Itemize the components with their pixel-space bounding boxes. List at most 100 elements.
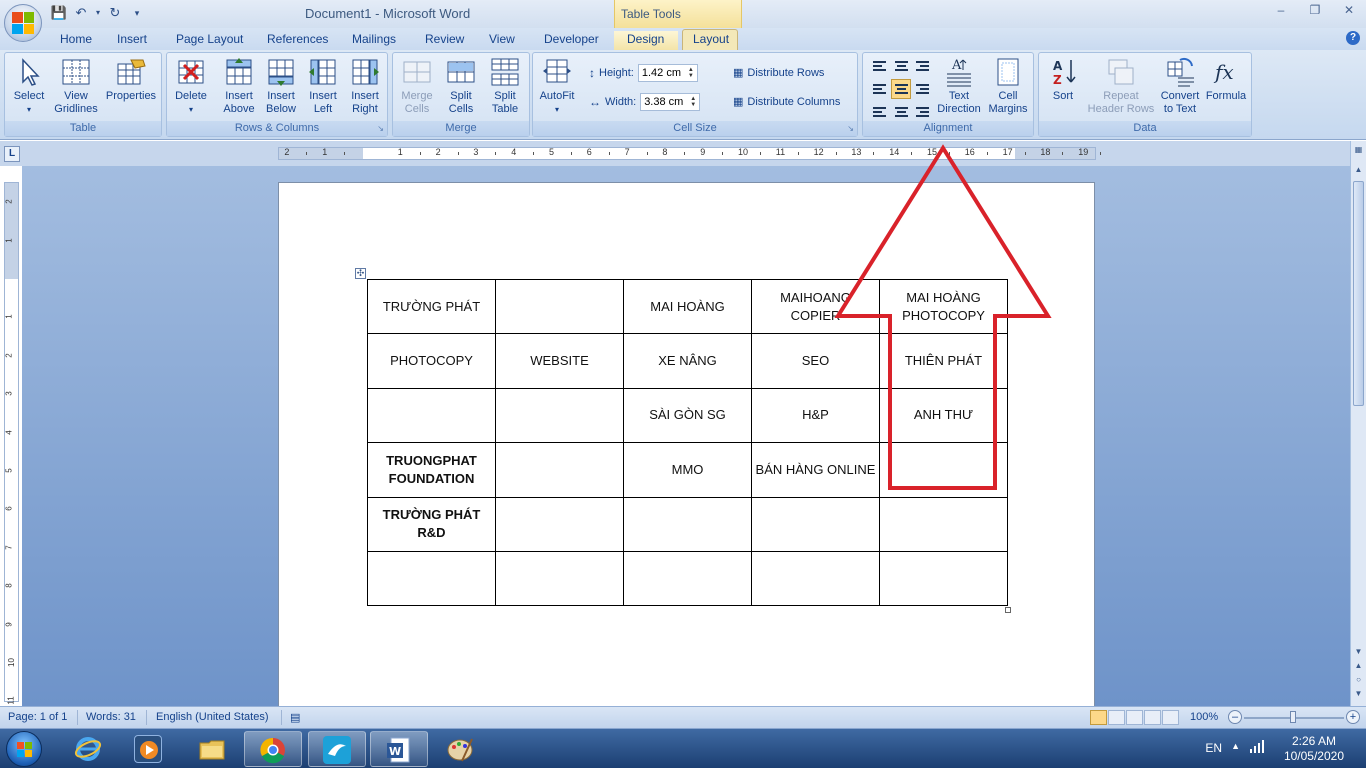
scroll-up-arrow-icon[interactable]: ▲	[1353, 165, 1364, 174]
tab-insert[interactable]: Insert	[111, 31, 153, 47]
align-top-right-icon[interactable]	[913, 57, 933, 77]
align-center-right-icon[interactable]	[913, 79, 933, 99]
cell-margins-button[interactable]: Cell Margins	[985, 56, 1031, 116]
table-cell[interactable]	[495, 550, 624, 607]
table-cell[interactable]: THIÊN PHÁT	[879, 333, 1008, 389]
text-direction-button[interactable]: A Text Direction	[935, 56, 983, 116]
table-cell[interactable]: ANH THƯ	[879, 387, 1008, 444]
table-resize-handle[interactable]	[1005, 607, 1011, 613]
network-signal-icon[interactable]	[1250, 739, 1266, 756]
zoom-slider-thumb[interactable]	[1290, 711, 1296, 723]
taskbar-internet-explorer[interactable]	[60, 731, 118, 767]
page[interactable]: ✣ TRƯỜNG PHÁT MAI HOÀNG MAIHOANG COPIER MAI…	[278, 182, 1095, 706]
taskbar-media-player[interactable]	[120, 731, 178, 767]
dropdown-icon[interactable]: ▾	[94, 4, 102, 22]
split-cells-button[interactable]: Split Cells	[439, 56, 483, 116]
taskbar-word[interactable]: W	[370, 731, 428, 767]
start-button[interactable]	[6, 731, 42, 767]
next-page-icon[interactable]: ▼	[1353, 689, 1364, 698]
tab-layout[interactable]: Layout	[682, 29, 738, 50]
tab-references[interactable]: References	[261, 31, 334, 47]
table-cell[interactable]	[495, 496, 624, 552]
dialog-launcher-icon[interactable]: ↘	[377, 124, 384, 133]
table-cell[interactable]	[495, 387, 624, 444]
vertical-ruler[interactable]: 2 1 1 2 3 4 5 6 7 8 9 10 11	[4, 182, 19, 705]
insert-below-button[interactable]: Insert Below	[261, 56, 301, 116]
table-cell[interactable]	[751, 550, 880, 607]
tab-selector[interactable]: L	[4, 146, 20, 162]
insert-right-button[interactable]: Insert Right	[345, 56, 385, 116]
scroll-down-arrow-icon[interactable]: ▼	[1353, 647, 1364, 656]
table-cell[interactable]	[879, 550, 1008, 607]
maximize-button[interactable]: ❐	[1298, 0, 1332, 22]
draft-view-icon[interactable]	[1162, 710, 1179, 725]
merge-cells-button[interactable]: Merge Cells	[395, 56, 439, 116]
split-table-button[interactable]: Split Table	[483, 56, 527, 116]
table-cell[interactable]: MAI HOÀNG	[623, 278, 752, 335]
language-indicator[interactable]: English (United States)	[156, 711, 269, 723]
distribute-columns-button[interactable]: ▦ Distribute Columns	[733, 95, 840, 109]
spinner-icon[interactable]: ▲ ▼	[688, 67, 694, 79]
align-top-left-icon[interactable]	[869, 57, 889, 77]
properties-button[interactable]: Properties	[103, 56, 159, 103]
page-count[interactable]: Page: 1 of 1	[8, 711, 67, 723]
formula-button[interactable]: fx Formula	[1203, 56, 1249, 103]
table-cell[interactable]: PHOTOCOPY	[367, 333, 496, 389]
taskbar-chrome[interactable]	[244, 731, 302, 767]
save-icon[interactable]: 💾	[50, 4, 68, 22]
clock[interactable]: 2:26 AM 10/05/2020	[1284, 734, 1344, 764]
vertical-scrollbar[interactable]: ▦ ▲ ▼ ▲ ○ ▼	[1350, 141, 1366, 706]
select-button[interactable]: Select ▾	[7, 56, 51, 116]
table-cell[interactable]: MAIHOANG COPIER	[751, 278, 880, 335]
print-layout-view-icon[interactable]	[1090, 710, 1107, 725]
redo-icon[interactable]: ↻	[106, 4, 124, 22]
scroll-thumb[interactable]	[1353, 181, 1364, 406]
dialog-launcher-icon[interactable]: ↘	[847, 124, 854, 133]
help-icon[interactable]: ?	[1346, 31, 1360, 45]
repeat-header-rows-button[interactable]: Repeat Header Rows	[1087, 56, 1155, 116]
web-layout-icon[interactable]	[1126, 710, 1143, 725]
tab-developer[interactable]: Developer	[538, 31, 605, 47]
minimize-button[interactable]: –	[1264, 0, 1298, 22]
table-cell[interactable]	[623, 550, 752, 607]
table-cell[interactable]: TRUONGPHAT FOUNDATION	[367, 442, 496, 498]
outline-view-icon[interactable]	[1144, 710, 1161, 725]
table-cell[interactable]: MAI HOÀNG PHOTOCOPY	[879, 278, 1008, 335]
select-browse-object-icon[interactable]: ○	[1353, 675, 1364, 684]
tab-mailings[interactable]: Mailings	[346, 31, 402, 47]
office-button[interactable]	[4, 4, 42, 42]
zoom-out-icon[interactable]: –	[1228, 710, 1242, 724]
view-gridlines-button[interactable]: View Gridlines	[53, 56, 99, 116]
tab-design[interactable]: Design	[614, 31, 678, 50]
align-top-center-icon[interactable]	[891, 57, 911, 77]
taskbar-app[interactable]	[308, 731, 366, 767]
table-cell[interactable]: WEBSITE	[495, 333, 624, 389]
table-cell[interactable]	[879, 442, 1008, 498]
language-bar[interactable]: EN	[1205, 741, 1222, 755]
tab-view[interactable]: View	[483, 31, 521, 47]
table-cell[interactable]	[879, 496, 1008, 552]
table-cell[interactable]: TRƯỜNG PHÁT	[367, 278, 496, 335]
insert-above-button[interactable]: Insert Above	[219, 56, 259, 116]
align-bottom-right-icon[interactable]	[913, 101, 933, 121]
align-bottom-left-icon[interactable]	[869, 101, 889, 121]
table-cell[interactable]: BÁN HÀNG ONLINE	[751, 442, 880, 498]
full-screen-reading-icon[interactable]	[1108, 710, 1125, 725]
zoom-level[interactable]: 100%	[1190, 711, 1218, 723]
taskbar-file-explorer[interactable]	[184, 731, 242, 767]
taskbar-paint[interactable]	[432, 731, 490, 767]
width-input[interactable]: 3.38 cm ▲ ▼	[640, 93, 701, 111]
table-cell[interactable]	[495, 442, 624, 498]
word-count[interactable]: Words: 31	[86, 711, 136, 723]
horizontal-ruler[interactable]: 2 1 1 2 3 4 5 6 7 8 9 10 11 12 13 14 15 16 17 18 19	[278, 147, 1102, 160]
undo-icon[interactable]: ↶	[72, 4, 90, 22]
previous-page-icon[interactable]: ▲	[1353, 661, 1364, 670]
close-button[interactable]: ✕	[1332, 0, 1366, 22]
table-cell[interactable]	[367, 387, 496, 444]
insert-left-button[interactable]: Insert Left	[303, 56, 343, 116]
distribute-rows-button[interactable]: ▦ Distribute Rows	[733, 66, 824, 80]
table-cell[interactable]: SEO	[751, 333, 880, 389]
tab-page-layout[interactable]: Page Layout	[170, 31, 249, 47]
table-cell[interactable]: XE NÂNG	[623, 333, 752, 389]
height-input[interactable]: 1.42 cm ▲ ▼	[637, 64, 698, 82]
